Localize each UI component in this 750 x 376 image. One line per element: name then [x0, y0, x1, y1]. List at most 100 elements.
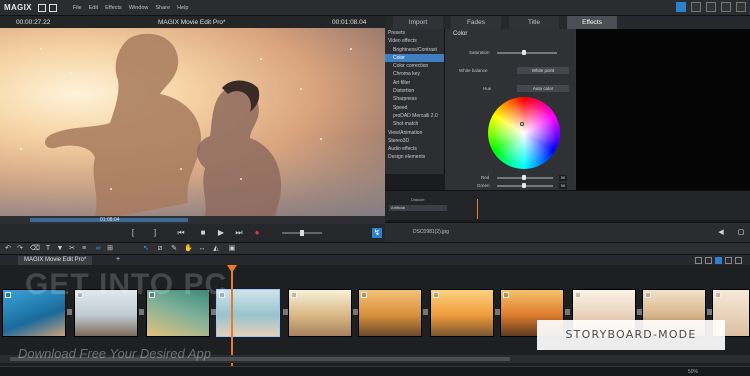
- storyboard-clip[interactable]: [358, 289, 422, 337]
- monitor-icon[interactable]: [725, 257, 732, 264]
- fx-stereo3d[interactable]: Stereo3D: [385, 137, 444, 145]
- fx-design-elements[interactable]: Design elements: [385, 153, 444, 161]
- pointer-icon[interactable]: ↖: [142, 245, 150, 253]
- link-icon[interactable]: ∞: [94, 245, 102, 253]
- tab-import[interactable]: Import: [393, 16, 443, 29]
- fade-icon[interactable]: ◭: [212, 245, 220, 253]
- green-value[interactable]: 50: [559, 183, 567, 189]
- scene-mode-icon[interactable]: [705, 257, 712, 264]
- transition-icon[interactable]: [139, 309, 144, 315]
- fx-mercalli[interactable]: proDAD Mercalli 2.0: [385, 112, 444, 120]
- green-knob[interactable]: [522, 183, 526, 188]
- mini-track[interactable]: Artificial: [389, 205, 447, 211]
- fullscreen-icon[interactable]: ▢: [737, 229, 745, 237]
- delete-icon[interactable]: ⌫: [30, 245, 40, 253]
- stop-icon[interactable]: ■: [198, 228, 208, 238]
- fx-sharpness[interactable]: Sharpness: [385, 95, 444, 103]
- share-icon[interactable]: [676, 2, 686, 12]
- volume-knob[interactable]: [300, 230, 304, 236]
- white-point-button[interactable]: White point: [517, 67, 569, 74]
- menu-effects[interactable]: Effects: [105, 5, 122, 11]
- folder-icon[interactable]: [37, 3, 46, 12]
- tab-effects[interactable]: Effects: [567, 16, 617, 29]
- menu-share[interactable]: Share: [155, 5, 170, 11]
- menu-file[interactable]: File: [73, 5, 82, 11]
- saturation-slider[interactable]: [497, 52, 557, 54]
- fx-color[interactable]: Color: [385, 53, 444, 63]
- tab-fades[interactable]: Fades: [451, 16, 501, 29]
- storyboard-clip[interactable]: [288, 289, 352, 337]
- menu-window[interactable]: Window: [129, 5, 149, 11]
- menu-edit[interactable]: Edit: [89, 5, 98, 11]
- fx-speed[interactable]: Speed: [385, 104, 444, 112]
- clip-checkbox[interactable]: [361, 292, 367, 298]
- storyboard-playhead[interactable]: [227, 265, 237, 366]
- split-icon[interactable]: ≡: [80, 245, 88, 253]
- marker-icon[interactable]: ▼: [56, 245, 64, 253]
- fx-color-correction[interactable]: Color correction: [385, 62, 444, 70]
- hand-icon[interactable]: ✋: [184, 245, 193, 253]
- pin-icon[interactable]: ↯: [372, 228, 382, 238]
- minimize-button[interactable]: [706, 2, 716, 12]
- saturation-knob[interactable]: [522, 50, 526, 55]
- clip-checkbox[interactable]: [5, 292, 11, 298]
- close-button[interactable]: [736, 2, 746, 12]
- preview-scrubber[interactable]: 01:08:04: [0, 216, 385, 224]
- clip-checkbox[interactable]: [433, 292, 439, 298]
- clip-checkbox[interactable]: [575, 292, 581, 298]
- clip-checkbox[interactable]: [715, 292, 721, 298]
- red-knob[interactable]: [522, 175, 526, 180]
- fx-brightness-contrast[interactable]: Brightness/Contrast: [385, 46, 444, 54]
- grid-icon[interactable]: [735, 257, 742, 264]
- cut-icon[interactable]: ✂: [68, 245, 76, 253]
- fx-distortion[interactable]: Distortion: [385, 87, 444, 95]
- transition-icon[interactable]: [67, 309, 72, 315]
- red-value[interactable]: 50: [559, 175, 567, 181]
- film-icon[interactable]: ▣: [228, 245, 236, 253]
- fx-audio-effects[interactable]: Audio effects: [385, 145, 444, 153]
- zoom-level[interactable]: 50%: [688, 369, 698, 375]
- storyboard-mode-icon[interactable]: [715, 257, 722, 264]
- skip-end-icon[interactable]: ⏭: [234, 228, 244, 238]
- media-pool-tabs: Import Fades Title Effects: [385, 16, 750, 29]
- maximize-button[interactable]: [721, 2, 731, 12]
- mark-out-icon[interactable]: ]: [150, 228, 160, 238]
- group-icon[interactable]: ⊞: [106, 245, 114, 253]
- fx-view-animation[interactable]: View/Animation: [385, 129, 444, 137]
- transition-icon[interactable]: [423, 309, 428, 315]
- undo-icon[interactable]: ↶: [4, 245, 12, 253]
- color-panel-title: Color: [453, 31, 468, 37]
- auto-color-button[interactable]: Auto color: [517, 85, 569, 92]
- clip-checkbox[interactable]: [503, 292, 509, 298]
- tab-title[interactable]: Title: [509, 16, 559, 29]
- slice-icon[interactable]: ⧄: [156, 245, 164, 253]
- play-icon[interactable]: ▶: [216, 228, 226, 238]
- add-tab-icon[interactable]: +: [114, 256, 122, 264]
- mini-playhead[interactable]: [477, 199, 478, 219]
- fx-art-filter[interactable]: Art filter: [385, 79, 444, 87]
- record-icon[interactable]: ●: [252, 228, 262, 238]
- stretch-icon[interactable]: ↔: [198, 245, 206, 253]
- clip-checkbox[interactable]: [645, 292, 651, 298]
- fx-presets[interactable]: Presets: [385, 29, 444, 37]
- skip-start-icon[interactable]: ⏮: [176, 228, 186, 238]
- redo-icon[interactable]: ↷: [16, 245, 24, 253]
- fx-shot-match[interactable]: Shot match: [385, 120, 444, 128]
- speaker-icon[interactable]: ◀: [717, 229, 725, 237]
- transition-icon[interactable]: [565, 309, 570, 315]
- title-tool-icon[interactable]: T: [44, 245, 52, 253]
- storyboard-clip[interactable]: [430, 289, 494, 337]
- fx-video-effects[interactable]: Video effects: [385, 37, 444, 45]
- hue-color-wheel[interactable]: [488, 97, 560, 169]
- save-icon[interactable]: [48, 3, 57, 12]
- fx-chroma-key[interactable]: Chroma key: [385, 70, 444, 78]
- mark-in-icon[interactable]: [: [128, 228, 138, 238]
- clip-checkbox[interactable]: [291, 292, 297, 298]
- timeline-mode-icon[interactable]: [695, 257, 702, 264]
- project-tab[interactable]: MAGIX Movie Edit Pro*: [18, 256, 93, 265]
- settings-icon[interactable]: [691, 2, 701, 12]
- video-preview[interactable]: [0, 28, 385, 216]
- hue-picker[interactable]: [520, 122, 524, 126]
- menu-help[interactable]: Help: [177, 5, 188, 11]
- pencil-icon[interactable]: ✎: [170, 245, 178, 253]
